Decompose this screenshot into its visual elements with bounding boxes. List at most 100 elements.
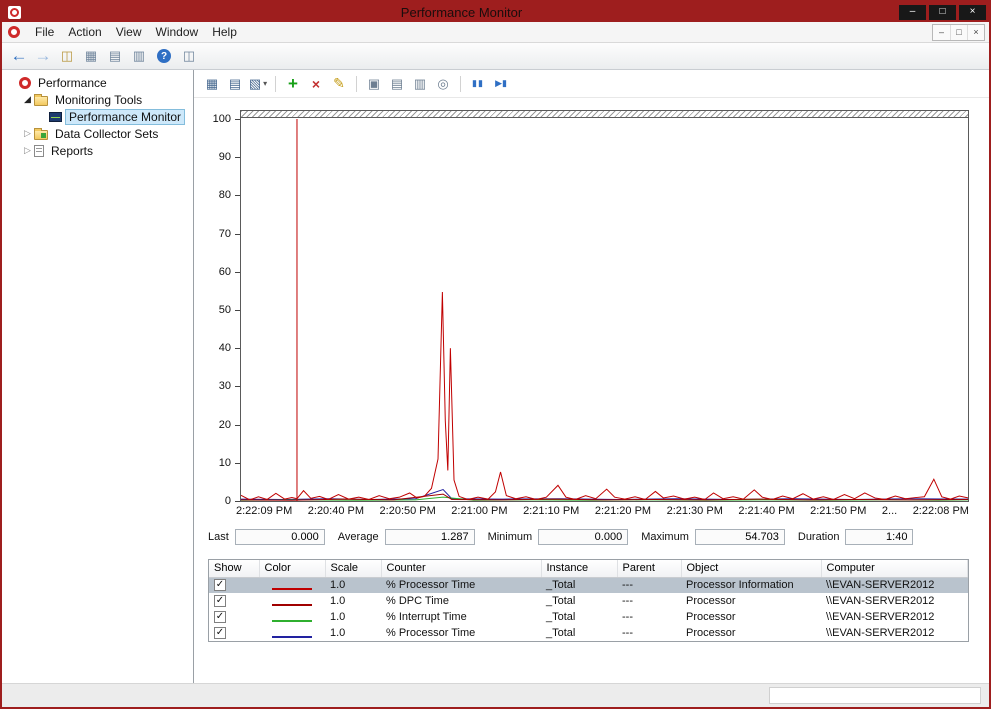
export-list-button[interactable]: ▥: [128, 46, 150, 66]
update-data-button[interactable]: ▶▮: [491, 74, 511, 94]
legend-scale-cell: 1.0: [325, 609, 381, 625]
y-tick-mark: [235, 157, 240, 158]
legend-parent-cell: ---: [617, 625, 681, 641]
counter-legend: ShowColorScaleCounterInstanceParentObjec…: [208, 559, 969, 642]
menu-item-window[interactable]: Window: [149, 23, 206, 41]
menu-item-view[interactable]: View: [109, 23, 149, 41]
tree-item-performance-monitor[interactable]: Performance Monitor: [2, 108, 193, 125]
legend-col-show[interactable]: Show: [209, 560, 259, 577]
y-tick-label: 50: [199, 304, 231, 316]
series-processor-time-processor-information: [241, 292, 968, 500]
add-counter-button[interactable]: +: [283, 74, 303, 94]
y-tick-label: 20: [199, 419, 231, 431]
tree-item-reports[interactable]: ▷ Reports: [2, 142, 193, 159]
view-log-data-button[interactable]: ▤: [225, 74, 245, 94]
legend-scale-cell: 1.0: [325, 577, 381, 593]
tree-item-label: Reports: [48, 144, 96, 158]
legend-row[interactable]: ✓1.0% Processor Time_Total---Processor\\…: [209, 625, 968, 641]
change-graph-type-button[interactable]: ▧▾: [248, 74, 268, 94]
mdi-minimize-button[interactable]: –: [933, 25, 950, 40]
counter-checkbox[interactable]: ✓: [214, 595, 226, 607]
legend-col-scale[interactable]: Scale: [325, 560, 381, 577]
y-tick-mark: [235, 425, 240, 426]
legend-col-counter[interactable]: Counter: [381, 560, 541, 577]
properties-button[interactable]: ▤: [104, 46, 126, 66]
legend-object-cell: Processor: [681, 609, 821, 625]
legend-row[interactable]: ✓1.0% Processor Time_Total---Processor I…: [209, 577, 968, 593]
y-tick-label: 70: [199, 228, 231, 240]
counter-checkbox[interactable]: ✓: [214, 627, 226, 639]
paste-counter-list-button[interactable]: ▤: [387, 74, 407, 94]
copy-properties-button[interactable]: ▣: [364, 74, 384, 94]
collapsed-expander-icon[interactable]: ▷: [21, 128, 34, 139]
forward-button[interactable]: →: [32, 46, 54, 66]
legend-computer-cell: \\EVAN-SERVER2012: [821, 593, 968, 609]
close-button[interactable]: ×: [959, 5, 986, 20]
legend-col-object[interactable]: Object: [681, 560, 821, 577]
zoom-button[interactable]: ◎: [433, 74, 453, 94]
show-hide-console-tree-button[interactable]: ◫: [56, 46, 78, 66]
legend-col-computer[interactable]: Computer: [821, 560, 968, 577]
y-tick-mark: [235, 310, 240, 311]
legend-col-color[interactable]: Color: [259, 560, 325, 577]
tree-item-data-collector-sets[interactable]: ▷Data Collector Sets: [2, 125, 193, 142]
menu-item-action[interactable]: Action: [61, 23, 108, 41]
menu-item-help[interactable]: Help: [205, 23, 244, 41]
mdi-controls: –□×: [932, 24, 985, 41]
minimize-button[interactable]: –: [899, 5, 926, 20]
mdi-restore-button[interactable]: □: [950, 25, 967, 40]
new-window-button[interactable]: ◫: [178, 46, 200, 66]
stat-duration: Duration1:40: [798, 529, 914, 545]
x-tick-label: 2:21:30 PM: [667, 505, 723, 517]
legend-object-cell: Processor: [681, 593, 821, 609]
expanded-expander-icon[interactable]: ◢: [21, 94, 34, 105]
legend-row[interactable]: ✓1.0% Interrupt Time_Total---Processor\\…: [209, 609, 968, 625]
collector-icon: [34, 130, 48, 140]
mdi-close-button[interactable]: ×: [967, 25, 984, 40]
legend-header-row: ShowColorScaleCounterInstanceParentObjec…: [209, 560, 968, 577]
x-axis-labels: 2:22:09 PM2:20:40 PM2:20:50 PM2:21:00 PM…: [236, 505, 969, 517]
mmc-toolbar: ←→◫▦▤▥?◫: [2, 43, 989, 70]
maximize-button[interactable]: □: [929, 5, 956, 20]
y-tick-mark: [235, 119, 240, 120]
counter-checkbox[interactable]: ✓: [214, 611, 226, 623]
delete-counter-button[interactable]: ×: [306, 74, 326, 94]
help-button[interactable]: ?: [157, 49, 171, 63]
chart-canvas: [241, 119, 968, 501]
menu-item-file[interactable]: File: [28, 23, 61, 41]
value-bar: Last0.000Average1.287Minimum0.000Maximum…: [208, 529, 969, 545]
legend-instance-cell: _Total: [541, 609, 617, 625]
legend-row[interactable]: ✓1.0% DPC Time_Total---Processor\\EVAN-S…: [209, 593, 968, 609]
properties-button[interactable]: ▥: [410, 74, 430, 94]
stat-label: Maximum: [641, 531, 689, 543]
chart-area: 1009080706050403020100: [240, 110, 969, 502]
freeze-display-button[interactable]: ▮▮: [468, 74, 488, 94]
highlight-button[interactable]: ✎: [329, 74, 349, 94]
legend-col-parent[interactable]: Parent: [617, 560, 681, 577]
back-button[interactable]: ←: [8, 46, 30, 66]
folder-icon: [34, 96, 48, 106]
y-tick-mark: [235, 234, 240, 235]
tree-item-monitoring-tools[interactable]: ◢Monitoring Tools: [2, 91, 193, 108]
x-tick-label: 2:22:08 PM: [913, 505, 969, 517]
footer-panel: [769, 687, 981, 704]
collapsed-expander-icon[interactable]: ▷: [21, 145, 34, 156]
tree-item-performance[interactable]: Performance: [2, 74, 193, 91]
legend-instance-cell: _Total: [541, 577, 617, 593]
x-tick-label: 2:22:09 PM: [236, 505, 292, 517]
y-tick-label: 0: [199, 495, 231, 507]
check-icon: ✓: [216, 579, 224, 590]
legend-counter-cell: % Processor Time: [381, 625, 541, 641]
chart-top-hatch: [241, 111, 968, 118]
console-window-button[interactable]: ▦: [80, 46, 102, 66]
legend-col-instance[interactable]: Instance: [541, 560, 617, 577]
stat-label: Last: [208, 531, 229, 543]
legend-instance-cell: _Total: [541, 625, 617, 641]
legend-object-cell: Processor Information: [681, 577, 821, 593]
menu-bar: FileActionViewWindowHelp –□×: [2, 22, 989, 43]
counter-checkbox[interactable]: ✓: [214, 579, 226, 591]
stat-average: Average1.287: [338, 529, 475, 545]
view-current-activity-button[interactable]: ▦: [202, 74, 222, 94]
stat-minimum: Minimum0.000: [488, 529, 629, 545]
legend-color-cell: [259, 577, 325, 593]
